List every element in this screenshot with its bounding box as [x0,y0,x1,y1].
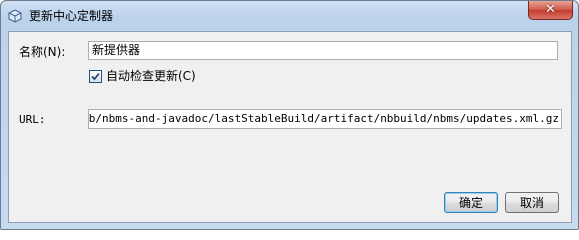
close-button[interactable]: ✕ [528,1,573,20]
close-icon: ✕ [545,2,556,17]
auto-check-label: 自动检查更新(C) [106,69,196,83]
cancel-button[interactable]: 取消 [505,192,559,213]
checkmark-icon [91,72,100,80]
ok-button[interactable]: 确定 [444,192,498,213]
dialog-window: 更新中心定制器 ✕ 名称(N): 新提供器 自动检查更新(C) URL: dso… [0,0,579,230]
url-input[interactable]: dson/job/nbms-and-javadoc/lastStableBuil… [88,109,562,129]
dialog-content: 名称(N): 新提供器 自动检查更新(C) URL: dson/job/nbms… [8,31,572,223]
name-label: 名称(N): [19,45,66,59]
window-title: 更新中心定制器 [29,9,114,23]
auto-check-checkbox[interactable] [89,69,102,83]
app-cube-icon [8,8,22,23]
title-bar[interactable]: 更新中心定制器 ✕ [1,1,578,31]
url-label: URL: [19,113,46,126]
name-input[interactable]: 新提供器 [88,41,558,60]
auto-check-option[interactable]: 自动检查更新(C) [89,68,196,84]
url-value: dson/job/nbms-and-javadoc/lastStableBuil… [88,112,559,125]
